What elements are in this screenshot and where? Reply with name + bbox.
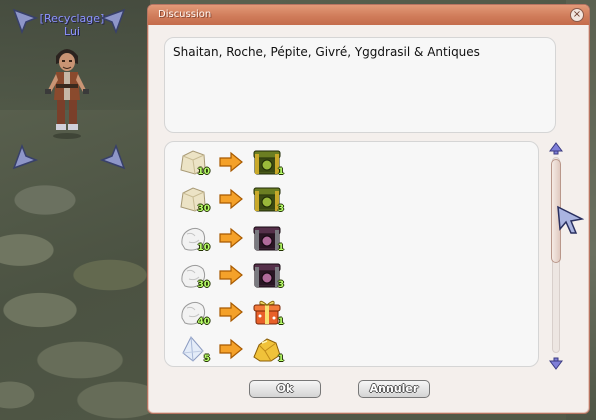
npc-target-arrow-icon xyxy=(99,143,126,170)
choice-item[interactable]: 30 3 xyxy=(177,183,327,215)
close-icon: × xyxy=(572,9,582,20)
dialog-title: Discussion xyxy=(158,9,212,20)
purple-box-icon: 1 xyxy=(251,222,284,254)
choice-list: 10 1 30 3 10 1 30 3 40 1 5 1 xyxy=(164,141,539,367)
white-stone-icon: 30 xyxy=(177,259,210,291)
rock-icon: 30 xyxy=(177,183,210,215)
source-quantity: 30 xyxy=(197,280,210,290)
target-quantity: 1 xyxy=(277,243,284,253)
scroll-down-button[interactable] xyxy=(549,355,563,370)
npc-name-label: [Recyclage] Lui xyxy=(36,12,108,38)
choice-item[interactable]: 10 1 xyxy=(177,222,327,254)
crystal-icon: 5 xyxy=(177,333,210,365)
target-quantity: 3 xyxy=(277,204,284,214)
arrow-right-icon xyxy=(215,222,247,254)
choice-item[interactable]: 5 1 xyxy=(177,333,327,365)
npc-name-line1: [Recyclage] xyxy=(39,12,105,25)
choice-scrollbar[interactable] xyxy=(547,141,565,371)
source-quantity: 40 xyxy=(197,317,210,327)
npc-name-line2: Lui xyxy=(64,25,80,38)
npc-target-arrow-icon xyxy=(99,8,126,35)
choice-item[interactable]: 30 3 xyxy=(177,259,327,291)
arrow-right-icon xyxy=(215,146,247,178)
arrow-right-icon xyxy=(215,183,247,215)
target-quantity: 1 xyxy=(277,354,284,364)
discussion-dialog: Discussion × Shaitan, Roche, Pépite, Giv… xyxy=(147,4,590,414)
green-box-icon: 3 xyxy=(251,183,284,215)
arrow-right-icon xyxy=(215,333,247,365)
purple-box-icon: 3 xyxy=(251,259,284,291)
npc-target-arrow-icon xyxy=(12,8,39,35)
dialog-titlebar[interactable]: Discussion × xyxy=(148,5,589,25)
source-quantity: 5 xyxy=(203,354,210,364)
source-quantity: 10 xyxy=(197,167,210,177)
target-quantity: 1 xyxy=(277,317,284,327)
target-quantity: 3 xyxy=(277,280,284,290)
arrow-right-icon xyxy=(215,296,247,328)
rock-icon: 10 xyxy=(177,146,210,178)
choice-item[interactable]: 40 1 xyxy=(177,296,327,328)
arrow-up-icon xyxy=(549,142,563,155)
npc-message: Shaitan, Roche, Pépite, Givré, Yggdrasil… xyxy=(173,45,480,59)
arrow-right-icon xyxy=(215,259,247,291)
message-panel: Shaitan, Roche, Pépite, Givré, Yggdrasil… xyxy=(164,37,556,133)
source-quantity: 30 xyxy=(197,204,210,214)
white-stone-icon: 10 xyxy=(177,222,210,254)
ok-button[interactable]: Ok xyxy=(249,380,321,398)
arrow-down-icon xyxy=(549,357,563,370)
scroll-up-button[interactable] xyxy=(549,141,563,155)
cancel-button[interactable]: Annuler xyxy=(358,380,430,398)
white-stone-icon: 40 xyxy=(177,296,210,328)
recycling-npc-sprite[interactable] xyxy=(42,40,92,140)
choice-item[interactable]: 10 1 xyxy=(177,146,327,178)
npc-target-arrow-icon xyxy=(12,143,39,170)
target-quantity: 1 xyxy=(277,167,284,177)
close-button[interactable]: × xyxy=(570,8,584,22)
mouse-cursor-icon xyxy=(556,205,585,235)
gold-nugget-icon: 1 xyxy=(251,333,284,365)
green-box-icon: 1 xyxy=(251,146,284,178)
source-quantity: 10 xyxy=(197,243,210,253)
gift-box-icon: 1 xyxy=(251,296,284,328)
